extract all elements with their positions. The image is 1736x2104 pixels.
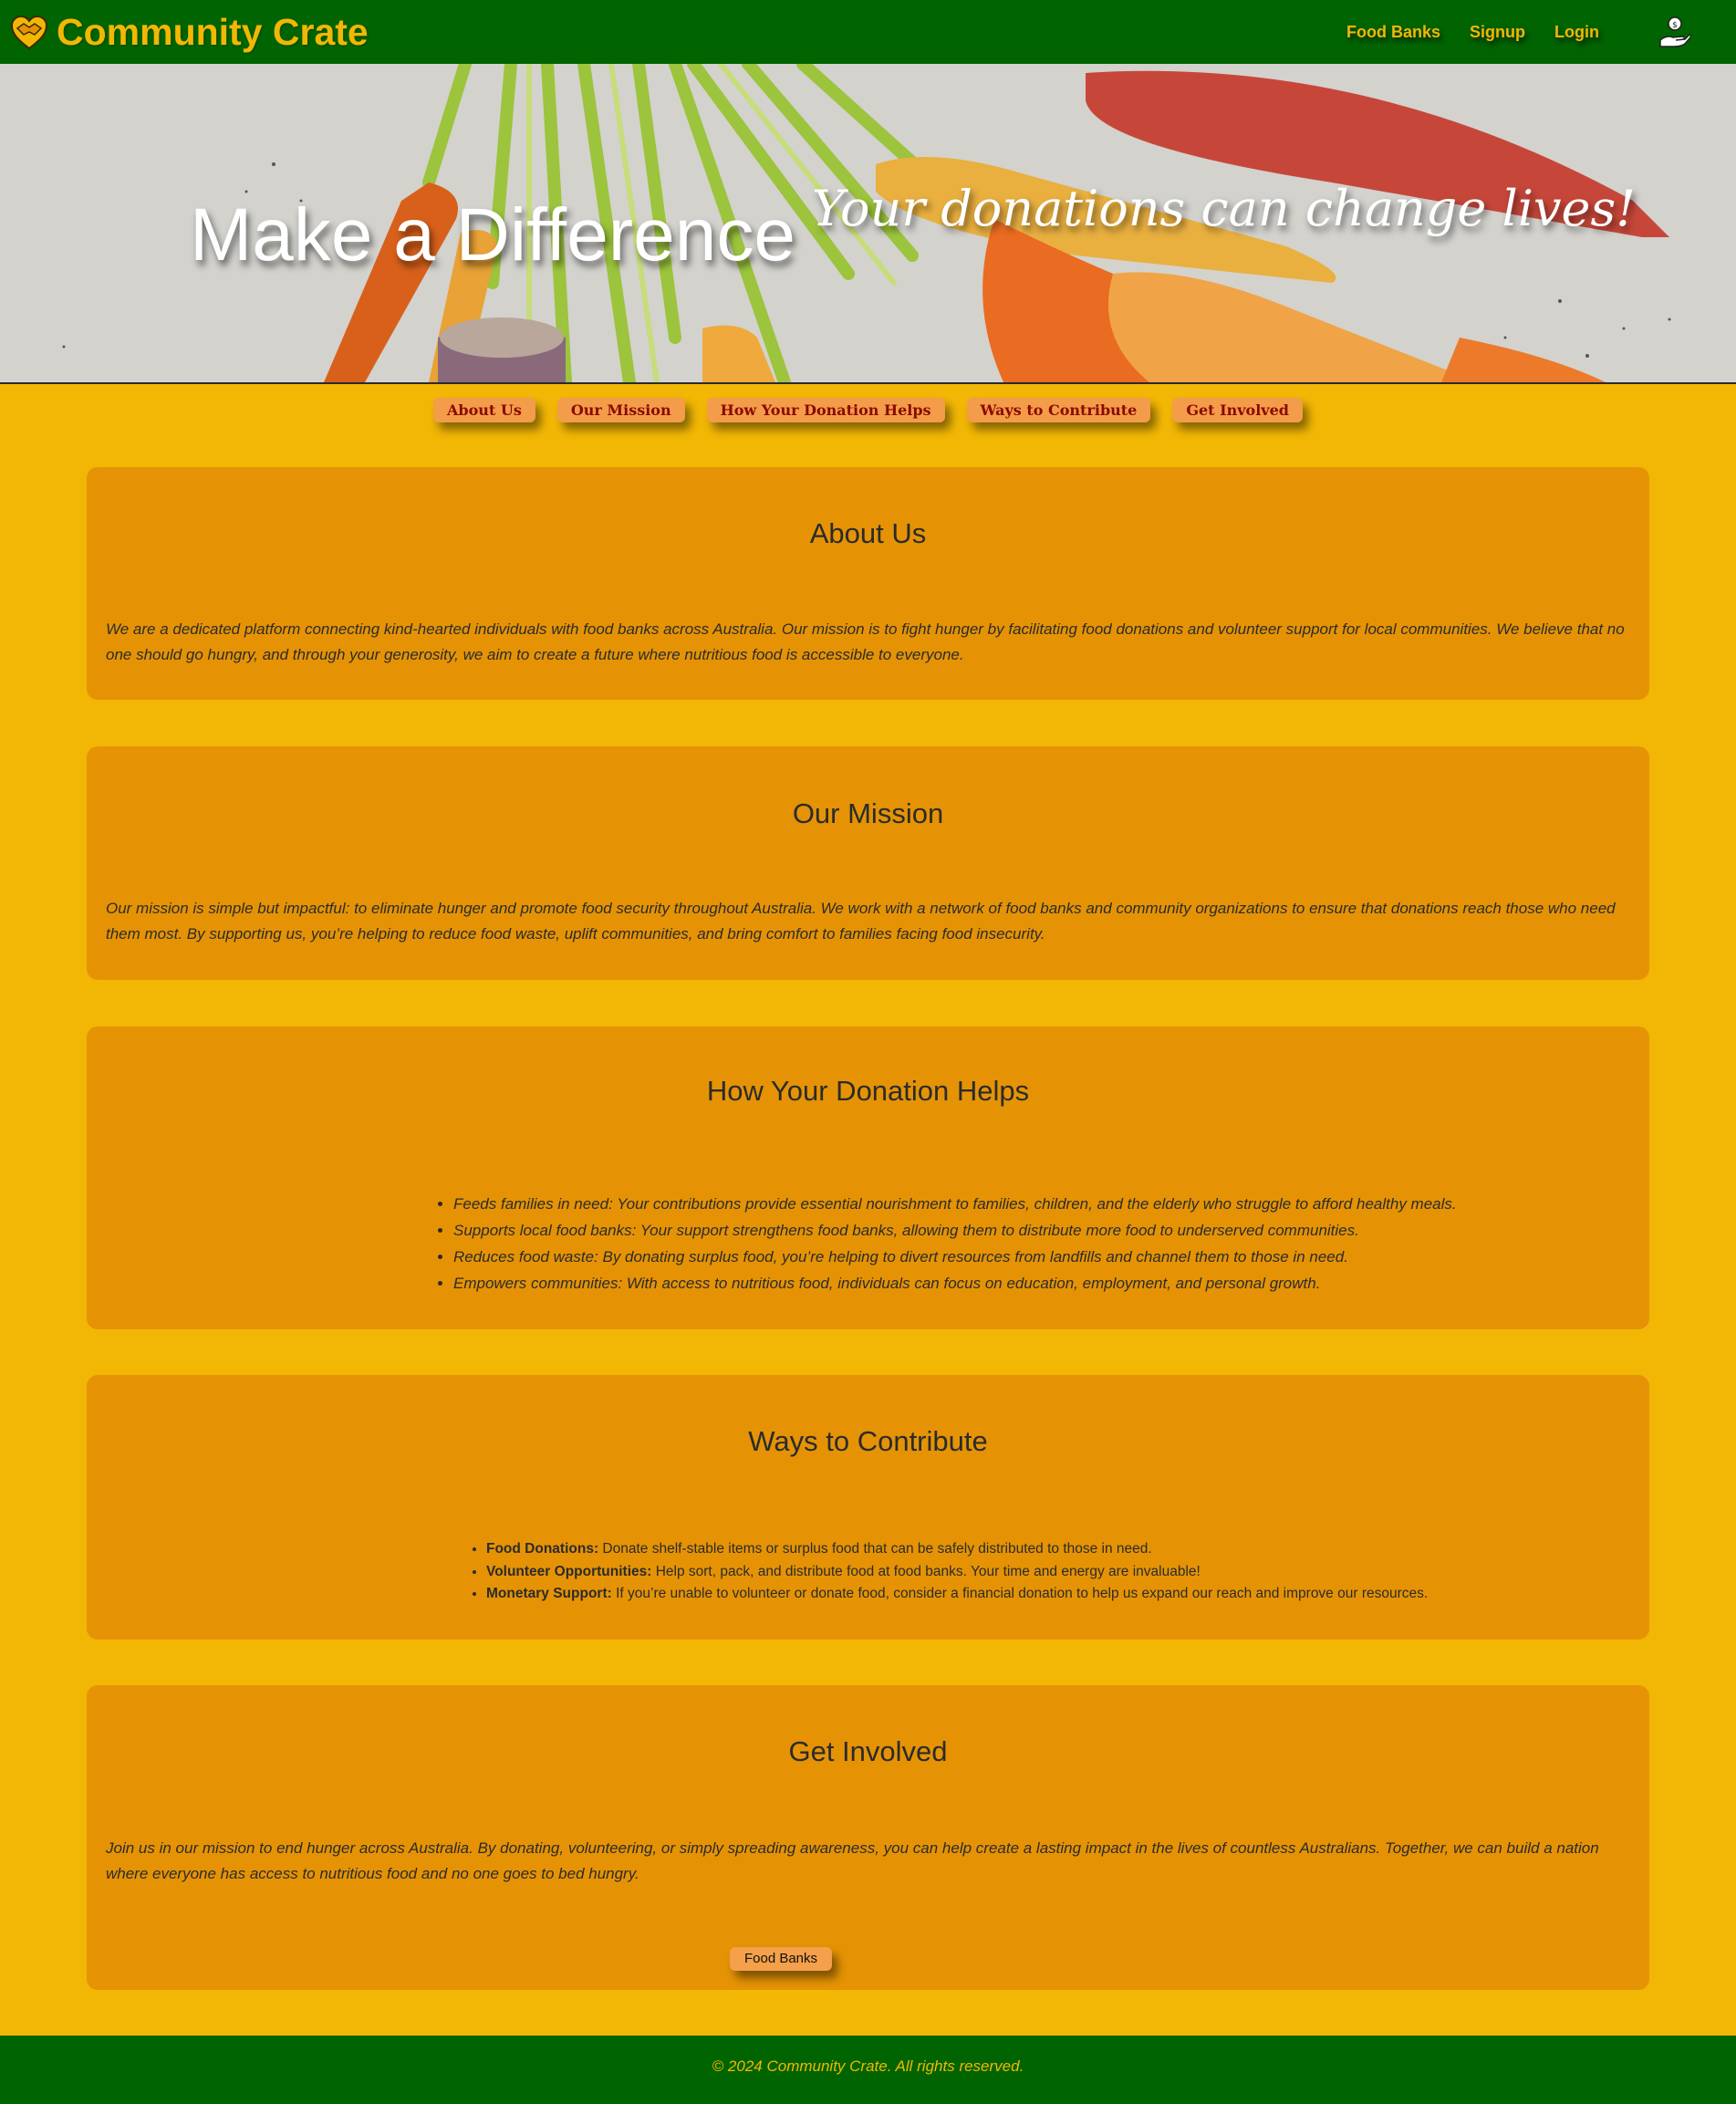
list-item: Feeds families in need: Your contributio… — [453, 1191, 1457, 1217]
donate-hand-icon[interactable]: $ — [1658, 15, 1692, 49]
footer: © 2024 Community Crate. All rights reser… — [0, 2036, 1736, 2104]
about-title: About Us — [809, 517, 927, 549]
list-item: Reduces food waste: By donating surplus … — [453, 1244, 1457, 1270]
involved-title: Get Involved — [788, 1735, 948, 1767]
heart-hands-logo-icon — [10, 15, 48, 50]
contribute-label: Food Donations: — [486, 1541, 599, 1557]
list-item: Food Donations: Donate shelf-stable item… — [486, 1538, 1428, 1561]
top-nav: Food Banks Signup Login — [1317, 0, 1599, 64]
involved-section: Get Involved Join us in our mission to e… — [87, 1685, 1649, 1990]
footer-copyright: © 2024 Community Crate. All rights reser… — [712, 2057, 1024, 2075]
contribute-label: Volunteer Opportunities: — [486, 1563, 652, 1579]
section-nav: About Us Our Mission How Your Donation H… — [0, 395, 1736, 424]
section-link-contribute[interactable]: Ways to Contribute — [966, 397, 1151, 422]
hero-subtitle: Your donations can change lives! — [812, 180, 1636, 237]
mission-title: Our Mission — [792, 797, 944, 829]
list-item: Supports local food banks: Your support … — [453, 1217, 1457, 1244]
nav-food-banks[interactable]: Food Banks — [1346, 23, 1440, 42]
svg-text:$: $ — [1672, 21, 1678, 30]
involved-text: Join us in our mission to end hunger acr… — [106, 1839, 1599, 1882]
contribute-title: Ways to Contribute — [748, 1425, 988, 1457]
food-banks-button[interactable]: Food Banks — [730, 1947, 832, 1971]
contribute-label: Monetary Support: — [486, 1586, 612, 1601]
mission-section: Our Mission Our mission is simple but im… — [87, 746, 1649, 980]
helps-title: How Your Donation Helps — [706, 1075, 1030, 1107]
section-link-helps[interactable]: How Your Donation Helps — [706, 397, 945, 422]
mission-text: Our mission is simple but impactful: to … — [106, 900, 1616, 943]
brand-name: Community Crate — [57, 11, 369, 53]
contribute-section: Ways to Contribute Food Donations: Donat… — [87, 1375, 1649, 1640]
hero-banner: Make a Difference Your donations can cha… — [0, 64, 1736, 384]
about-section: About Us We are a dedicated platform con… — [87, 467, 1649, 700]
contribute-text: Donate shelf-stable items or surplus foo… — [598, 1541, 1152, 1557]
section-link-involved[interactable]: Get Involved — [1172, 397, 1303, 422]
list-item: Empowers communities: With access to nut… — [453, 1270, 1457, 1297]
list-item: Monetary Support: If you’re unable to vo… — [486, 1583, 1428, 1606]
nav-login[interactable]: Login — [1554, 23, 1599, 42]
section-link-about[interactable]: About Us — [433, 397, 535, 422]
hero-title: Make a Difference — [190, 193, 795, 276]
nav-signup[interactable]: Signup — [1470, 23, 1525, 42]
contribute-text: Help sort, pack, and distribute food at … — [651, 1563, 1201, 1579]
helps-list: Feeds families in need: Your contributio… — [435, 1191, 1457, 1297]
brand[interactable]: Community Crate — [9, 9, 369, 55]
contribute-list: Food Donations: Donate shelf-stable item… — [468, 1538, 1428, 1606]
helps-section: How Your Donation Helps Feeds families i… — [87, 1026, 1649, 1329]
list-item: Volunteer Opportunities: Help sort, pack… — [486, 1561, 1428, 1584]
section-link-mission[interactable]: Our Mission — [556, 397, 685, 422]
contribute-text: If you’re unable to volunteer or donate … — [611, 1586, 1429, 1601]
about-text: We are a dedicated platform connecting k… — [106, 620, 1625, 663]
top-bar: Community Crate Food Banks Signup Login … — [0, 0, 1736, 64]
